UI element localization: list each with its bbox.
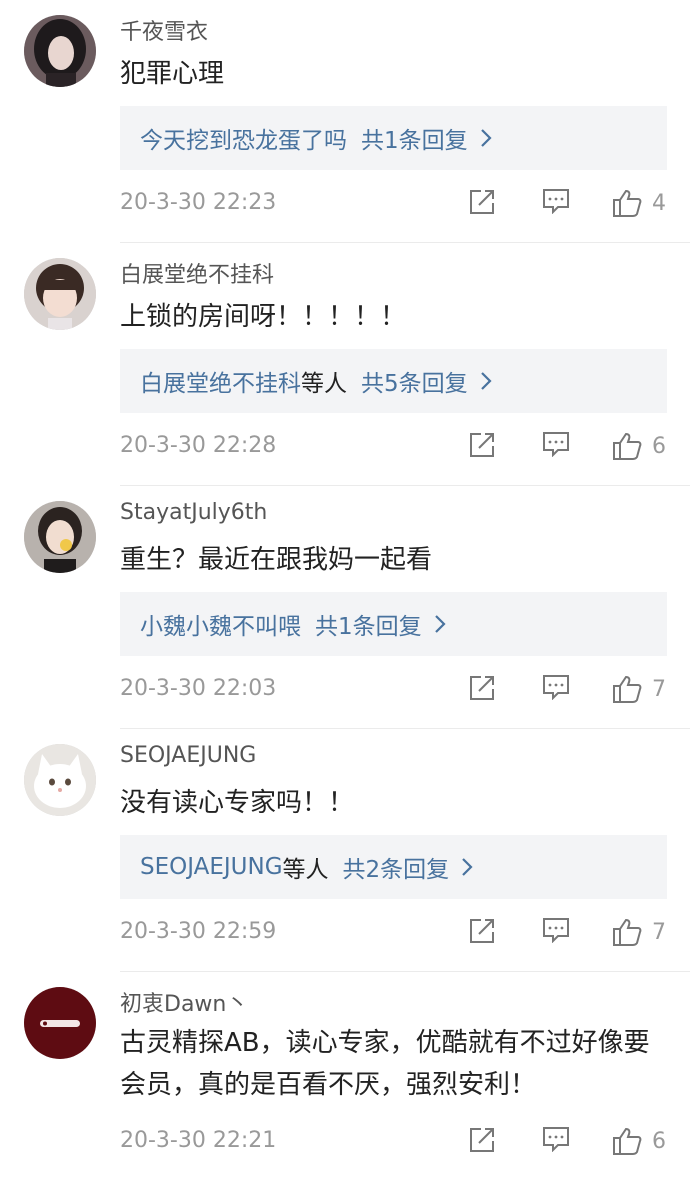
comment-text: 犯罪心理 [120,59,225,89]
share-icon [470,433,494,457]
username[interactable]: StayatJuly6th [120,500,267,525]
comment-list: 千夜雪衣 犯罪心理 今天挖到恐龙蛋了吗 共1条回复 20-3-30 22:23 … [0,0,690,1198]
comment-meta: 20-3-30 22:21 6 [0,1122,690,1162]
comment-icon [543,432,569,457]
avatar-girl-selfie-icon [24,501,96,573]
comment-meta: 20-3-30 22:28 6 [0,427,690,467]
reply-count[interactable]: 共1条回复 [315,607,422,641]
thumbs-up-icon [613,1127,642,1155]
like-count: 6 [652,433,666,459]
timestamp: 20-3-30 22:59 [120,919,277,944]
like-button[interactable]: 4 [612,188,666,218]
comment-icon [543,1127,569,1152]
comment-icon [543,918,569,943]
comment-item: 白展堂绝不挂科 上锁的房间呀！！！！！ 白展堂绝不挂科 等人 共5条回复 20-… [0,243,690,486]
comment-text: 没有读心专家吗！！ [120,788,355,818]
comment-meta: 20-3-30 22:59 7 [0,913,690,953]
reply-names[interactable]: 小魏小魏不叫喂 [140,607,301,641]
comment-item: StayatJuly6th 重生？最近在跟我妈一起看 小魏小魏不叫喂 共1条回复… [0,486,690,729]
like-button[interactable]: 6 [612,1126,666,1156]
like-button[interactable]: 7 [612,917,666,947]
reply-preview[interactable]: 白展堂绝不挂科 等人 共5条回复 [120,349,667,413]
comment-button[interactable] [542,188,570,214]
like-count: 4 [652,190,666,216]
comment-button[interactable] [542,917,570,943]
comment-icon [543,189,569,214]
thumbs-up-icon [613,918,642,946]
comment-meta: 20-3-30 22:03 7 [0,670,690,710]
avatar[interactable] [24,258,96,330]
avatar[interactable] [24,987,96,1059]
reply-suffix: 等人 [301,371,347,397]
like-count: 7 [652,676,666,702]
like-button[interactable]: 6 [612,431,666,461]
timestamp: 20-3-30 22:28 [120,433,277,458]
comment-button[interactable] [542,674,570,700]
share-button[interactable] [468,431,496,459]
like-count: 6 [652,1128,666,1154]
avatar[interactable] [24,744,96,816]
comment-text: 古灵精探AB，读心专家，优酷就有不过好像要会员，真的是百看不厌，强烈安利！ [120,1028,650,1100]
avatar-dark-red-logo-icon [24,987,96,1059]
reply-names[interactable]: SEOJAEJUNG [140,854,283,880]
reply-count[interactable]: 共2条回复 [343,850,450,884]
reply-preview[interactable]: SEOJAEJUNG 等人 共2条回复 [120,835,667,899]
comment-button[interactable] [542,431,570,457]
avatar[interactable] [24,501,96,573]
share-icon [470,919,494,943]
avatar-little-girl-icon [24,258,96,330]
comment-button[interactable] [542,1126,570,1152]
reply-names[interactable]: 今天挖到恐龙蛋了吗 [140,121,347,155]
share-icon [470,676,494,700]
thumbs-up-icon [613,675,642,703]
avatar-dark-hair-girl-icon [24,15,96,87]
thumbs-up-icon [613,432,642,460]
like-count: 7 [652,919,666,945]
avatar[interactable] [24,15,96,87]
username[interactable]: SEOJAEJUNG [120,743,256,768]
comment-text: 上锁的房间呀！！！！！ [120,302,407,332]
chevron-right-icon [461,857,473,877]
share-icon [470,1128,494,1152]
chevron-right-icon [434,614,446,634]
comment-meta: 20-3-30 22:23 4 [0,184,690,224]
timestamp: 20-3-30 22:23 [120,190,277,215]
chevron-right-icon [480,371,492,391]
comment-text: 重生？最近在跟我妈一起看 [120,545,433,575]
username[interactable]: 初衷Dawn丶 [120,986,248,1018]
comment-item: 初衷Dawn丶 古灵精探AB，读心专家，优酷就有不过好像要会员，真的是百看不厌，… [0,972,690,1198]
username[interactable]: 白展堂绝不挂科 [120,257,274,289]
reply-suffix: 等人 [282,857,329,883]
timestamp: 20-3-30 22:21 [120,1128,277,1153]
chevron-right-icon [480,128,492,148]
reply-count[interactable]: 共5条回复 [361,364,468,398]
reply-names[interactable]: 白展堂绝不挂科 [140,364,301,398]
username[interactable]: 千夜雪衣 [120,14,208,46]
comment-item: 千夜雪衣 犯罪心理 今天挖到恐龙蛋了吗 共1条回复 20-3-30 22:23 … [0,0,690,243]
thumbs-up-icon [613,189,642,217]
share-button[interactable] [468,188,496,216]
share-button[interactable] [468,674,496,702]
share-button[interactable] [468,917,496,945]
reply-count[interactable]: 共1条回复 [361,121,468,155]
timestamp: 20-3-30 22:03 [120,676,277,701]
reply-preview[interactable]: 今天挖到恐龙蛋了吗 共1条回复 [120,106,667,170]
comment-icon [543,675,569,700]
share-icon [470,190,494,214]
share-button[interactable] [468,1126,496,1154]
reply-preview[interactable]: 小魏小魏不叫喂 共1条回复 [120,592,667,656]
like-button[interactable]: 7 [612,674,666,704]
avatar-white-cat-icon [24,744,96,816]
comment-item: SEOJAEJUNG 没有读心专家吗！！ SEOJAEJUNG 等人 共2条回复… [0,729,690,972]
